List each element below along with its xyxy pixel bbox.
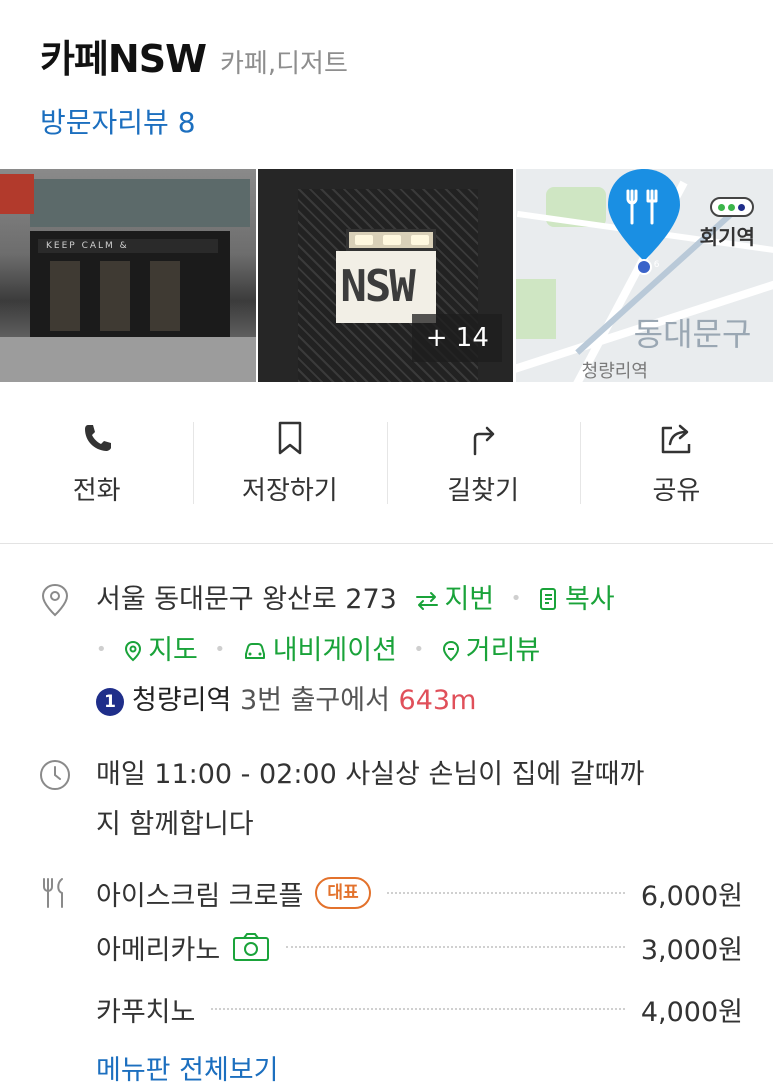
share-button[interactable]: 공유 (579, 420, 773, 510)
navigation-label: 내비게이션 (272, 635, 397, 666)
copy-link[interactable]: 복사 (529, 584, 615, 615)
subway-line-badge: 1 (96, 688, 124, 716)
location-pin-icon (41, 583, 69, 617)
more-photos-count[interactable]: + 14 (412, 314, 503, 362)
building-upper-floor (30, 179, 250, 227)
separator-dot: • (413, 639, 425, 660)
map-thumbnail[interactable]: 6 회기역 동대문구 청량리역 (515, 169, 773, 382)
share-label: 공유 (652, 476, 701, 506)
menu-list: 아이스크림 크로플 대표 6,000원 아메리카노 3,000원 카푸치노 4,… (96, 866, 743, 1036)
leader-dots (386, 892, 625, 894)
subway-distance: 643m (398, 685, 477, 716)
store-window (50, 261, 80, 331)
address-text: 서울 동대문구 왕산로 273 (96, 584, 397, 615)
streetview-icon (442, 640, 459, 662)
bookmark-icon (278, 421, 302, 455)
menu-item-price: 3,000원 (640, 934, 743, 966)
streetview-label: 거리뷰 (465, 635, 541, 666)
camera-icon[interactable] (232, 932, 270, 962)
phone-icon (84, 425, 111, 451)
neighbor-sign (0, 174, 34, 214)
save-button[interactable]: 저장하기 (193, 420, 386, 510)
menu-item-name: 아이스크림 크로플 (96, 880, 304, 912)
place-pin-icon (607, 169, 680, 275)
menu-item-name: 카푸치노 (96, 996, 196, 1028)
photo-strip: KEEP CALM & NSW + 14 6 회기역 동대문구 청량리역 (0, 169, 773, 382)
menu-item-price: 6,000원 (640, 880, 743, 912)
map-link[interactable]: 지도 (115, 635, 207, 666)
car-icon (244, 643, 265, 659)
store-window (150, 261, 180, 331)
visitor-review-link[interactable]: 방문자리뷰 8 (40, 101, 753, 141)
map-station-label-2: 청량리역 (581, 361, 648, 382)
address-section: 서울 동대문구 왕산로 273 지번 • 복사 • 지도 • 내비게이션 • 거… (38, 574, 743, 726)
storefront-sign: KEEP CALM & (38, 239, 218, 253)
storefront-photo[interactable]: KEEP CALM & (0, 169, 257, 382)
menu-item[interactable]: 카푸치노 4,000원 (96, 982, 743, 1036)
subway-exit: 3번 출구에서 (239, 685, 390, 716)
nsw-sign-text: NSW (340, 261, 415, 312)
subway-station: 청량리역 (132, 685, 232, 716)
map-link-label: 지도 (148, 635, 198, 666)
hours-text: 매일 11:00 - 02:00 사실상 손님이 집에 갈때까 (96, 759, 645, 790)
sidewalk (0, 337, 257, 382)
separator-dot: • (214, 639, 226, 660)
section-divider (0, 543, 773, 544)
place-name: 카페NSW (40, 37, 207, 81)
call-button[interactable]: 전화 (0, 420, 193, 510)
streetview-link[interactable]: 거리뷰 (432, 635, 540, 666)
directions-icon (473, 426, 495, 456)
map-district-label: 동대문구 (633, 315, 752, 353)
representative-badge: 대표 (315, 877, 371, 909)
menu-section: 아이스크림 크로플 대표 6,000원 아메리카노 3,000원 카푸치노 4,… (38, 866, 743, 1036)
lamp-bulb (411, 235, 430, 245)
menu-item-price: 4,000원 (640, 996, 743, 1028)
view-full-menu-link[interactable]: 메뉴판 전체보기 (96, 1048, 278, 1087)
lot-number-label: 지번 (444, 584, 495, 615)
sign-lamp (346, 229, 437, 251)
map-park (515, 279, 556, 339)
map-station-label: 회기역 (699, 225, 755, 249)
menu-item-name: 아메리카노 (96, 934, 221, 966)
lot-number-link[interactable]: 지번 (415, 584, 502, 615)
map-pin-icon (125, 640, 142, 662)
copy-icon (539, 588, 556, 610)
hours-text-line2: 지 함께합니다 (96, 809, 254, 840)
directions-button[interactable]: 길찾기 (386, 420, 580, 510)
store-window (100, 261, 130, 331)
navigation-link[interactable]: 내비게이션 (233, 635, 405, 666)
place-category: 카페,디저트 (220, 49, 348, 79)
call-label: 전화 (72, 476, 121, 506)
separator-dot: • (96, 639, 107, 660)
interior-photo[interactable]: NSW + 14 (258, 169, 513, 382)
utensils-icon (43, 878, 63, 908)
leader-dots (211, 1008, 625, 1010)
menu-item[interactable]: 아메리카노 3,000원 (96, 920, 743, 974)
save-label: 저장하기 (242, 476, 338, 506)
lamp-bulb (383, 235, 402, 245)
menu-item[interactable]: 아이스크림 크로플 대표 6,000원 (96, 866, 743, 920)
directions-label: 길찾기 (447, 476, 519, 506)
share-icon (662, 424, 691, 454)
hours-body[interactable]: 매일 11:00 - 02:00 사실상 손님이 집에 갈때까 지 함께합니다 (96, 750, 743, 850)
line-dot (728, 203, 736, 211)
action-bar: 전화 저장하기 길찾기 공유 (0, 420, 773, 510)
swap-icon (416, 592, 439, 610)
title-row: 카페NSW 카페,디저트 (40, 28, 753, 83)
clock-icon (40, 760, 70, 790)
copy-label: 복사 (564, 584, 615, 615)
separator-dot: • (510, 588, 522, 609)
hours-section: 매일 11:00 - 02:00 사실상 손님이 집에 갈때까 지 함께합니다 (38, 750, 743, 850)
address-body: 서울 동대문구 왕산로 273 지번 • 복사 • 지도 • 내비게이션 • 거… (96, 574, 743, 726)
leader-dots (286, 946, 625, 948)
line-dot (718, 203, 726, 211)
place-header: 카페NSW 카페,디저트 방문자리뷰 8 (40, 28, 753, 141)
line-dot (738, 203, 746, 211)
station-icon (709, 197, 754, 217)
lamp-bulb (355, 235, 374, 245)
map-route-number: 6 (653, 260, 660, 270)
